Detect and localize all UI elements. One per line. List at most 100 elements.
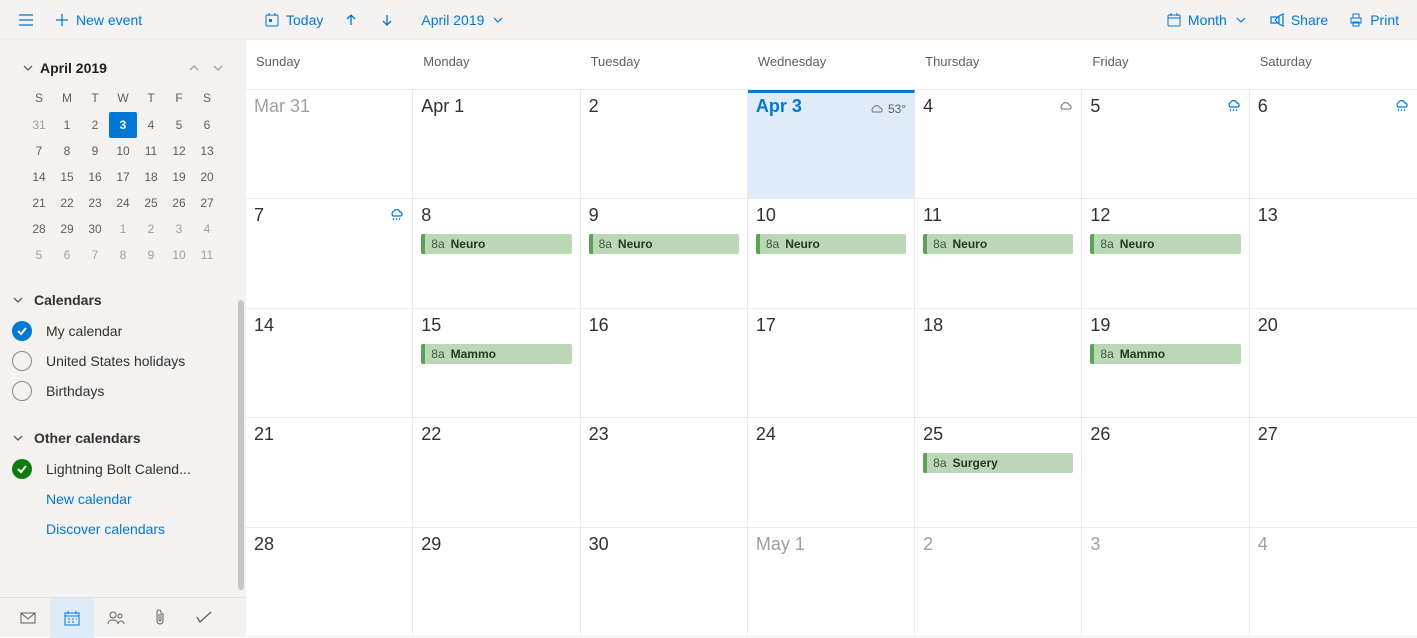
calendars-section-toggle[interactable]: Calendars: [12, 288, 234, 316]
mini-day[interactable]: 5: [25, 242, 53, 268]
mini-day[interactable]: 7: [25, 138, 53, 164]
mini-day[interactable]: 25: [137, 190, 165, 216]
mini-day[interactable]: 24: [109, 190, 137, 216]
mini-day[interactable]: 11: [193, 242, 221, 268]
calendar-cell[interactable]: 5: [1082, 90, 1249, 199]
calendar-cell[interactable]: Apr 1: [413, 90, 580, 199]
calendar-cell[interactable]: 4: [915, 90, 1082, 199]
calendar-cell[interactable]: 4: [1250, 528, 1417, 637]
mini-day[interactable]: 29: [53, 216, 81, 242]
mini-day[interactable]: 10: [165, 242, 193, 268]
calendar-cell[interactable]: 21: [246, 418, 413, 527]
calendar-cell[interactable]: 2: [915, 528, 1082, 637]
mini-day[interactable]: 20: [193, 164, 221, 190]
calendar-cell[interactable]: 6: [1250, 90, 1417, 199]
calendar-item[interactable]: United States holidays: [12, 346, 234, 376]
period-dropdown[interactable]: April 2019: [405, 1, 516, 39]
calendar-event[interactable]: 8aMammo: [1090, 344, 1240, 364]
mini-day[interactable]: 6: [53, 242, 81, 268]
calendar-cell[interactable]: 128aNeuro: [1082, 199, 1249, 308]
mini-day[interactable]: 4: [193, 216, 221, 242]
share-button[interactable]: Share: [1259, 1, 1338, 39]
calendar-cell[interactable]: 118aNeuro: [915, 199, 1082, 308]
mini-day[interactable]: 3: [109, 112, 137, 138]
files-module-button[interactable]: [138, 598, 182, 638]
mail-module-button[interactable]: [6, 598, 50, 638]
calendar-cell[interactable]: 24: [748, 418, 915, 527]
calendar-cell[interactable]: 17: [748, 309, 915, 418]
calendar-cell[interactable]: 13: [1250, 199, 1417, 308]
calendar-cell[interactable]: May 1: [748, 528, 915, 637]
mini-day[interactable]: 31: [25, 112, 53, 138]
calendar-cell[interactable]: 7: [246, 199, 413, 308]
calendar-cell[interactable]: 198aMammo: [1082, 309, 1249, 418]
calendar-cell[interactable]: 30: [581, 528, 748, 637]
calendar-event[interactable]: 8aNeuro: [923, 234, 1073, 254]
prev-period-button[interactable]: [333, 1, 369, 39]
calendar-cell[interactable]: Mar 31: [246, 90, 413, 199]
mini-day[interactable]: 15: [53, 164, 81, 190]
calendar-checkbox[interactable]: [12, 351, 32, 371]
mini-day[interactable]: 1: [53, 112, 81, 138]
calendar-cell[interactable]: 108aNeuro: [748, 199, 915, 308]
mini-day[interactable]: 26: [165, 190, 193, 216]
mini-day[interactable]: 30: [81, 216, 109, 242]
calendar-cell[interactable]: 14: [246, 309, 413, 418]
mini-day[interactable]: 2: [137, 216, 165, 242]
mini-day[interactable]: 4: [137, 112, 165, 138]
discover-calendars-link[interactable]: Discover calendars: [12, 514, 234, 544]
mini-day[interactable]: 16: [81, 164, 109, 190]
mini-next-month[interactable]: [206, 56, 230, 80]
mini-day[interactable]: 8: [109, 242, 137, 268]
calendar-event[interactable]: 8aSurgery: [923, 453, 1073, 473]
mini-day[interactable]: 11: [137, 138, 165, 164]
mini-day[interactable]: 18: [137, 164, 165, 190]
mini-day[interactable]: 23: [81, 190, 109, 216]
mini-day[interactable]: 5: [165, 112, 193, 138]
calendar-cell[interactable]: 22: [413, 418, 580, 527]
mini-day[interactable]: 28: [25, 216, 53, 242]
calendar-event[interactable]: 8aNeuro: [756, 234, 906, 254]
calendar-checkbox[interactable]: [12, 381, 32, 401]
calendar-cell[interactable]: 158aMammo: [413, 309, 580, 418]
calendar-module-button[interactable]: [50, 598, 94, 638]
mini-collapse-button[interactable]: [16, 56, 40, 80]
mini-day[interactable]: 27: [193, 190, 221, 216]
hamburger-menu[interactable]: [8, 1, 44, 39]
calendar-checkbox[interactable]: [12, 321, 32, 341]
calendar-cell[interactable]: 98aNeuro: [581, 199, 748, 308]
calendar-cell[interactable]: 16: [581, 309, 748, 418]
calendar-cell[interactable]: 26: [1082, 418, 1249, 527]
calendar-cell[interactable]: 20: [1250, 309, 1417, 418]
view-dropdown[interactable]: Month: [1156, 1, 1259, 39]
people-module-button[interactable]: [94, 598, 138, 638]
print-button[interactable]: Print: [1338, 1, 1409, 39]
mini-day[interactable]: 7: [81, 242, 109, 268]
calendar-checkbox[interactable]: [12, 459, 32, 479]
mini-day[interactable]: 2: [81, 112, 109, 138]
next-period-button[interactable]: [369, 1, 405, 39]
other-calendars-section-toggle[interactable]: Other calendars: [12, 426, 234, 454]
new-calendar-link[interactable]: New calendar: [12, 484, 234, 514]
calendar-cell[interactable]: 258aSurgery: [915, 418, 1082, 527]
mini-day[interactable]: 14: [25, 164, 53, 190]
todo-module-button[interactable]: [182, 598, 226, 638]
mini-day[interactable]: 12: [165, 138, 193, 164]
calendar-event[interactable]: 8aNeuro: [1090, 234, 1240, 254]
calendar-cell[interactable]: 23: [581, 418, 748, 527]
mini-day[interactable]: 13: [193, 138, 221, 164]
mini-day[interactable]: 21: [25, 190, 53, 216]
calendar-item[interactable]: My calendar: [12, 316, 234, 346]
mini-day[interactable]: 10: [109, 138, 137, 164]
calendar-event[interactable]: 8aMammo: [421, 344, 571, 364]
calendar-cell[interactable]: Apr 353°: [748, 90, 915, 199]
mini-day[interactable]: 8: [53, 138, 81, 164]
calendar-cell[interactable]: 3: [1082, 528, 1249, 637]
mini-day[interactable]: 9: [137, 242, 165, 268]
sidebar-scrollbar-thumb[interactable]: [238, 300, 244, 590]
calendar-item[interactable]: Lightning Bolt Calend...: [12, 454, 234, 484]
new-event-button[interactable]: New event: [44, 1, 152, 39]
calendar-cell[interactable]: 29: [413, 528, 580, 637]
calendar-event[interactable]: 8aNeuro: [421, 234, 571, 254]
calendar-cell[interactable]: 18: [915, 309, 1082, 418]
